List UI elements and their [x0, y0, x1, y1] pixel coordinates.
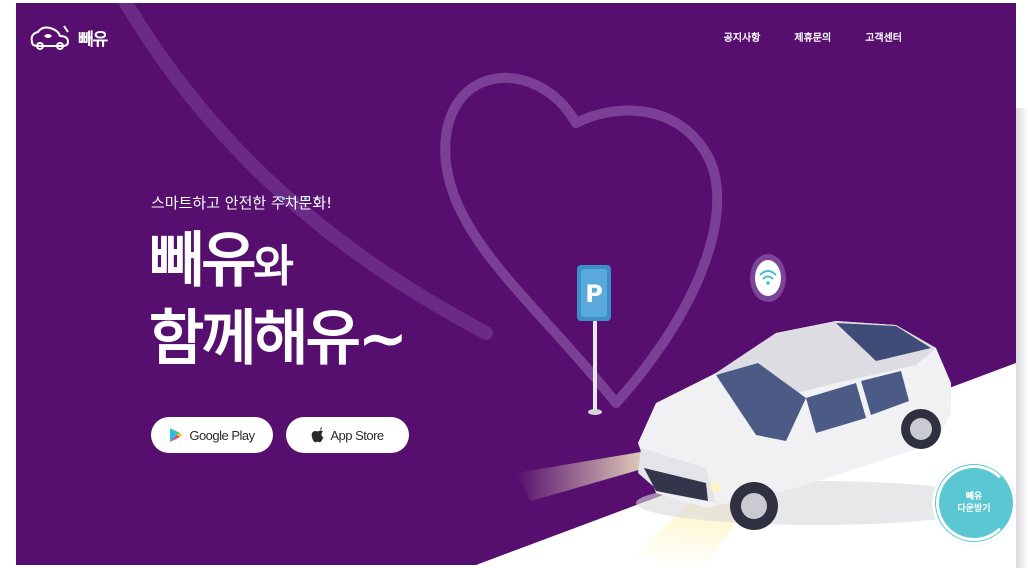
apple-icon	[311, 427, 324, 443]
nav-links: 공지사항 제휴문의 고객센터	[724, 29, 902, 44]
headline-brand: 빼유	[149, 226, 256, 296]
download-badge-line1: 빼유	[965, 492, 983, 502]
top-nav: 빼유 공지사항 제휴문의 고객센터	[16, 24, 1016, 54]
heart-outline	[440, 72, 723, 408]
app-store-label: App Store	[330, 427, 384, 443]
download-badge-text: 빼유 다운받기	[957, 491, 990, 515]
headline-line2: 함께해유~	[149, 304, 408, 374]
google-play-label: Google Play	[189, 427, 255, 443]
nav-notice[interactable]: 공지사항	[724, 29, 761, 44]
download-badge-line2: 다운받기	[957, 504, 991, 514]
google-play-icon	[170, 428, 183, 442]
parking-sign-label: P	[585, 280, 603, 308]
car-logo-icon	[30, 25, 70, 50]
nav-partnership[interactable]: 제휴문의	[794, 29, 831, 44]
hero-subtitle: 스마트하고 안전한 주차문화!	[151, 194, 333, 212]
headline-particle: 와	[253, 241, 293, 292]
hero-headline: 빼유와 함께해유~	[149, 225, 408, 375]
logo[interactable]: 빼유	[28, 24, 108, 50]
download-app-button[interactable]: 빼유 다운받기	[932, 461, 1016, 545]
google-play-button[interactable]: Google Play	[151, 417, 273, 453]
logo-text: 빼유	[78, 29, 108, 50]
hero-section: P 빼유 공지사항 제휴문의 고객센터 스마트하고 안전한 주차문화! 빼유와 …	[16, 3, 1016, 565]
nav-customer-center[interactable]: 고객센터	[865, 29, 902, 44]
app-store-button[interactable]: App Store	[286, 417, 409, 453]
side-shadow	[1016, 108, 1028, 568]
wifi-icon	[750, 254, 786, 302]
headlight-beam-left	[516, 451, 656, 501]
